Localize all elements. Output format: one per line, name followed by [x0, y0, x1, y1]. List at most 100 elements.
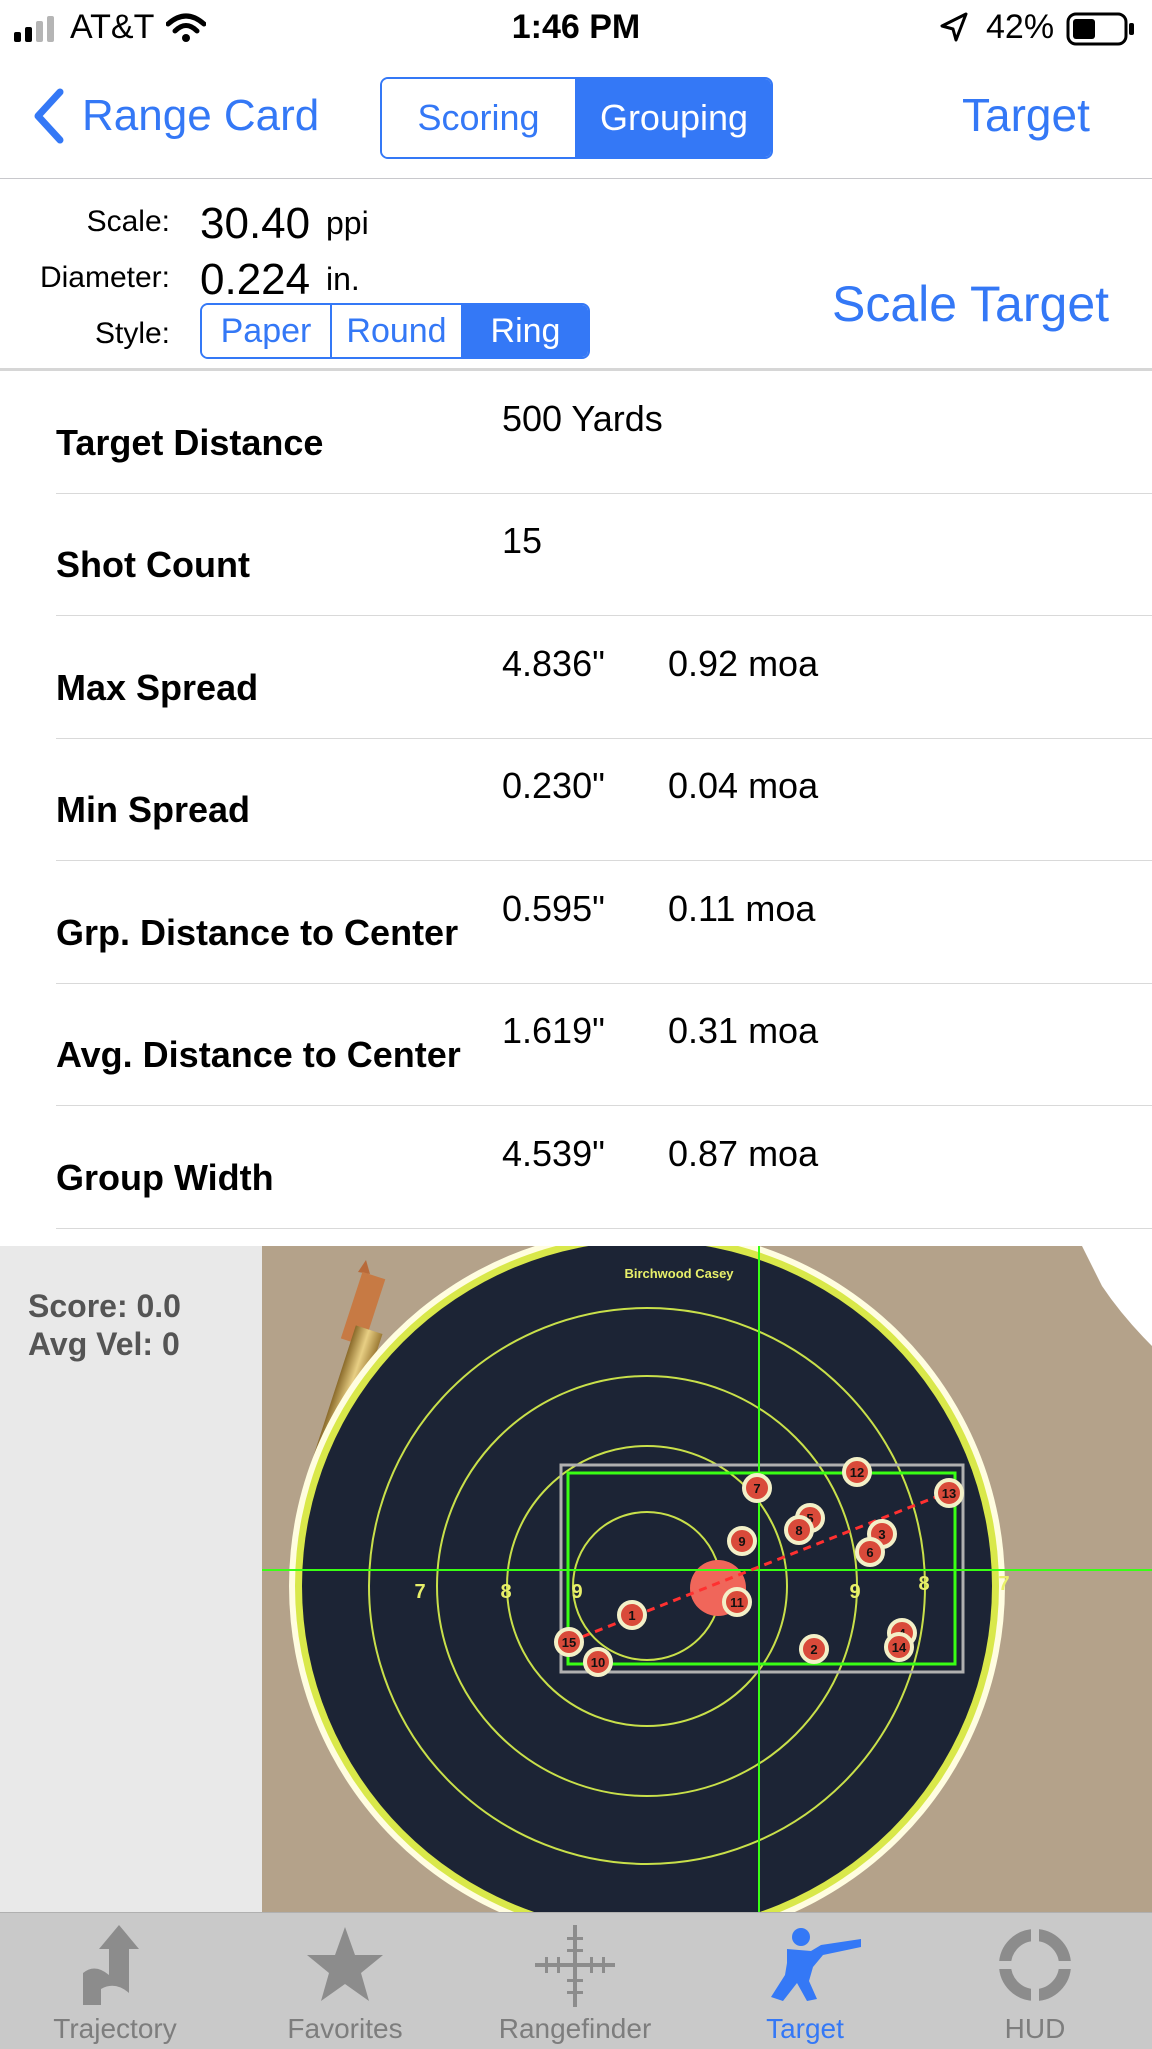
- svg-text:6: 6: [866, 1545, 873, 1560]
- battery-percent: 42%: [986, 8, 1055, 46]
- scale-unit: ppi: [326, 205, 369, 241]
- stat-label: Shot Count: [56, 544, 250, 585]
- shot-marker[interactable]: 6: [855, 1537, 885, 1567]
- svg-text:1: 1: [628, 1608, 635, 1623]
- stat-label: Grp. Distance to Center: [56, 912, 459, 953]
- stat-label: Target Distance: [56, 422, 324, 463]
- status-bar: AT&T 1:46 PM 42%: [0, 0, 1152, 58]
- tab-hud[interactable]: HUD: [920, 1913, 1150, 2049]
- segment-grouping[interactable]: Grouping: [575, 79, 771, 157]
- stats-row-avg-distance-to-center: Avg. Distance to Center 1.619" 0.31 moa: [56, 984, 1152, 1106]
- status-time: 1:46 PM: [511, 8, 641, 46]
- segment-scoring[interactable]: Scoring: [382, 79, 575, 157]
- shot-marker[interactable]: 14: [884, 1632, 914, 1662]
- stat-value: 15: [502, 520, 543, 561]
- stat-moa: 0.31 moa: [668, 1010, 819, 1051]
- tab-label: Favorites: [287, 2013, 403, 2044]
- score-text: Score: 0.0: [28, 1288, 181, 1324]
- stat-moa: 0.11 moa: [668, 888, 816, 929]
- back-button-label: Range Card: [82, 91, 320, 140]
- stats-row-max-spread: Max Spread 4.836" 0.92 moa: [56, 617, 1152, 739]
- avg-velocity-text: Avg Vel: 0: [28, 1326, 180, 1362]
- tab-label: HUD: [1004, 2013, 1066, 2044]
- back-button[interactable]: Range Card: [30, 86, 319, 146]
- stat-value: 4.836": [502, 643, 605, 684]
- svg-text:10: 10: [591, 1655, 605, 1670]
- tab-label: Trajectory: [53, 2013, 177, 2044]
- mode-segmented-control: Scoring Grouping: [380, 77, 773, 159]
- stat-value: 0.230": [502, 765, 605, 806]
- style-option-ring[interactable]: Ring: [461, 305, 588, 357]
- stat-moa: 0.87 moa: [668, 1133, 819, 1174]
- svg-text:7: 7: [753, 1481, 760, 1496]
- shot-marker[interactable]: 10: [583, 1647, 613, 1677]
- battery-icon: [1066, 12, 1134, 46]
- tab-bar: Trajectory Favorites Rangefinder Target: [0, 1912, 1152, 2049]
- diameter-label: Diameter:: [39, 261, 170, 294]
- stat-value: 0.595": [502, 888, 605, 929]
- navigation-bar: Range Card Scoring Grouping Target: [0, 58, 1152, 179]
- tab-target[interactable]: Target: [690, 1913, 920, 2049]
- svg-text:14: 14: [892, 1640, 907, 1655]
- stats-row-target-distance: Target Distance 500 Yards: [56, 372, 1152, 494]
- svg-text:15: 15: [562, 1635, 576, 1650]
- scale-target-button[interactable]: Scale Target: [832, 275, 1109, 333]
- brand-text: Birchwood Casey: [624, 1266, 734, 1281]
- svg-text:2: 2: [810, 1642, 817, 1657]
- style-segmented-control: Paper Round Ring: [200, 303, 590, 359]
- stat-value: 4.539": [502, 1133, 605, 1174]
- ring-number: 7: [998, 1573, 1009, 1595]
- hud-ring-icon: [997, 1927, 1073, 2003]
- target-nav-button[interactable]: Target: [962, 88, 1090, 142]
- shot-marker[interactable]: 8: [784, 1515, 814, 1545]
- stats-row-min-spread: Min Spread 0.230" 0.04 moa: [56, 739, 1152, 861]
- location-arrow-icon: [940, 12, 968, 42]
- stat-label: Avg. Distance to Center: [56, 1034, 461, 1075]
- rifleman-icon: [771, 1928, 861, 2001]
- shot-marker[interactable]: 15: [554, 1627, 584, 1657]
- score-panel: Score: 0.0 Avg Vel: 0: [0, 1246, 262, 1912]
- stats-row-group-distance-to-center: Grp. Distance to Center 0.595" 0.11 moa: [56, 862, 1152, 984]
- ring-number: 9: [571, 1581, 582, 1603]
- shot-marker[interactable]: 12: [842, 1457, 872, 1487]
- tab-favorites[interactable]: Favorites: [230, 1913, 460, 2049]
- scale-value: 30.40: [200, 199, 311, 248]
- shot-marker[interactable]: 13: [934, 1478, 964, 1508]
- tab-trajectory[interactable]: Trajectory: [0, 1913, 230, 2049]
- svg-text:13: 13: [942, 1486, 956, 1501]
- style-option-round[interactable]: Round: [330, 305, 461, 357]
- shot-marker[interactable]: 7: [742, 1473, 772, 1503]
- stat-moa: 0.92 moa: [668, 643, 819, 684]
- svg-text:12: 12: [850, 1465, 864, 1480]
- shot-marker[interactable]: 11: [722, 1587, 752, 1617]
- stats-row-group-width: Group Width 4.539" 0.87 moa: [56, 1107, 1152, 1229]
- svg-text:3: 3: [878, 1527, 885, 1542]
- diameter-value: 0.224: [200, 255, 311, 304]
- stat-value: 1.619": [502, 1010, 605, 1051]
- shot-marker[interactable]: 9: [727, 1526, 757, 1556]
- tab-rangefinder[interactable]: Rangefinder: [460, 1913, 690, 2049]
- tab-label: Target: [766, 2013, 844, 2044]
- style-option-paper[interactable]: Paper: [202, 305, 330, 357]
- chevron-left-icon: [34, 88, 64, 144]
- svg-text:11: 11: [730, 1595, 744, 1610]
- stats-row-shot-count: Shot Count 15: [56, 494, 1152, 616]
- stat-label: Max Spread: [56, 667, 259, 708]
- stat-label: Min Spread: [56, 789, 251, 830]
- ring-number: 8: [918, 1573, 929, 1595]
- target-image-view[interactable]: Birchwood Casey 7 8 9 9 8 7 1 2 3 4 5 6 …: [262, 1246, 1152, 1912]
- crosshair-icon: [535, 1925, 615, 2007]
- trajectory-icon: [83, 1925, 139, 2005]
- scale-panel: Scale: 30.40 ppi Diameter: 0.224 in. Sty…: [0, 179, 1152, 371]
- stat-value: 500 Yards: [502, 398, 663, 439]
- tab-label: Rangefinder: [498, 2013, 652, 2044]
- ring-number: 9: [849, 1581, 860, 1603]
- svg-text:8: 8: [795, 1523, 802, 1538]
- stat-moa: 0.04 moa: [668, 765, 819, 806]
- shot-marker[interactable]: 2: [799, 1634, 829, 1664]
- star-icon: [307, 1927, 383, 2001]
- svg-text:9: 9: [738, 1534, 745, 1549]
- target-black-disc: [302, 1246, 992, 1912]
- shot-marker[interactable]: 1: [617, 1600, 647, 1630]
- stat-label: Group Width: [56, 1157, 274, 1198]
